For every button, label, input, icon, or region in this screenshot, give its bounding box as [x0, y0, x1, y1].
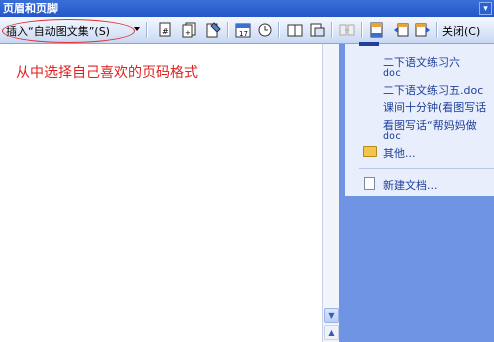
- insert-page-count-icon[interactable]: +: [181, 22, 197, 38]
- scroll-down-button[interactable]: ▼: [324, 308, 339, 323]
- toolbar-title: 页眉和页脚: [3, 2, 58, 15]
- pane-divider: [359, 168, 494, 169]
- toolbar-separator: [331, 22, 333, 38]
- show-previous-icon[interactable]: [393, 22, 409, 38]
- recent-file-link[interactable]: 二下语文练习五.doc: [383, 82, 483, 98]
- highlight-oval: [2, 19, 135, 43]
- document-area[interactable]: [0, 44, 322, 342]
- svg-text:17: 17: [239, 30, 248, 38]
- folder-open-icon: [363, 146, 377, 157]
- switch-header-footer-icon[interactable]: [369, 22, 385, 38]
- insert-time-icon[interactable]: [257, 22, 273, 38]
- new-document-icon: [364, 177, 375, 190]
- close-button[interactable]: 关闭(C): [442, 23, 480, 39]
- show-next-icon[interactable]: [415, 22, 431, 38]
- toolbar-separator: [146, 22, 148, 38]
- task-pane: 二下语文练习六 doc 二下语文练习五.doc 课间十分钟(看图写话 看图写话“…: [339, 42, 494, 342]
- toolbar-options-button[interactable]: ▾: [479, 2, 492, 15]
- format-page-number-icon[interactable]: [205, 22, 221, 38]
- toolbar-title-bar[interactable]: 页眉和页脚 ▾: [0, 0, 494, 17]
- insert-page-number-icon[interactable]: #: [157, 22, 173, 38]
- same-as-previous-icon[interactable]: [339, 22, 355, 38]
- vertical-scrollbar[interactable]: ▼ ▲: [322, 44, 339, 342]
- toolbar-separator: [278, 22, 280, 38]
- annotation-text: 从中选择自己喜欢的页码格式: [16, 65, 198, 81]
- recent-files-panel: 二下语文练习六 doc 二下语文练习五.doc 课间十分钟(看图写话 看图写话“…: [345, 42, 494, 196]
- previous-page-button[interactable]: ▲: [324, 325, 339, 340]
- svg-text:+: +: [185, 29, 191, 37]
- more-files-link[interactable]: 其他...: [383, 145, 416, 161]
- svg-text:#: #: [162, 27, 169, 36]
- page-setup-icon[interactable]: [287, 22, 303, 38]
- recent-file-link[interactable]: 课间十分钟(看图写话: [383, 99, 486, 115]
- toolbar-separator: [361, 22, 363, 38]
- new-document-link[interactable]: 新建文档...: [383, 177, 438, 193]
- recent-file-ext: doc: [383, 131, 402, 142]
- show-hide-text-icon[interactable]: [309, 22, 325, 38]
- toolbar-separator: [436, 22, 438, 38]
- toolbar-separator: [227, 22, 229, 38]
- recent-file-ext: doc: [383, 68, 402, 79]
- insert-date-icon[interactable]: 17: [235, 22, 251, 38]
